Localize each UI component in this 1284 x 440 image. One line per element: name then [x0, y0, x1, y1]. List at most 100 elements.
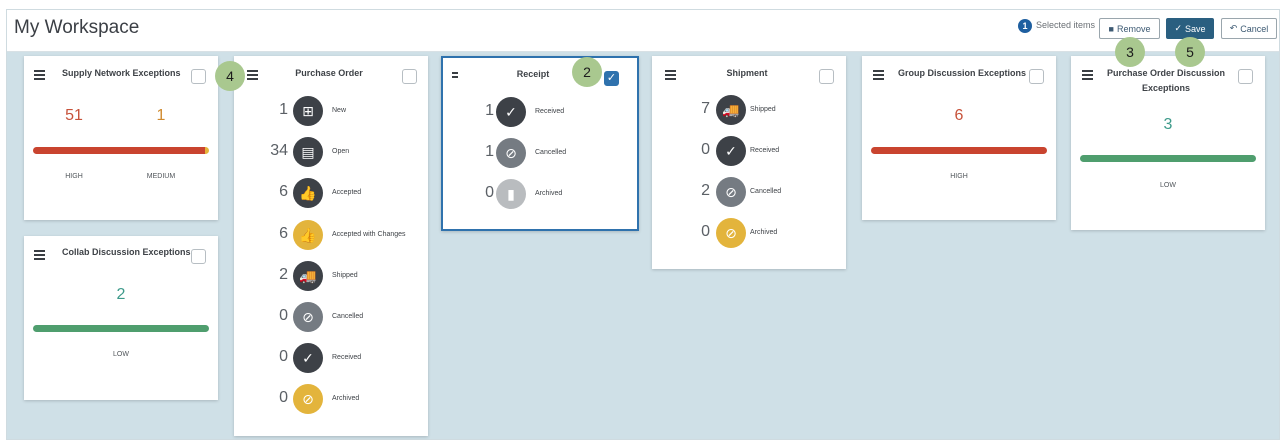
drag-handle-icon[interactable]	[34, 70, 45, 82]
exception-count: 3	[1163, 116, 1173, 133]
status-row[interactable]: 1 ✓ Received	[443, 97, 637, 127]
status-count: 1	[279, 101, 288, 118]
card-select-checkbox[interactable]	[191, 249, 206, 264]
checkmark-icon: ✓	[293, 343, 323, 374]
status-count: 34	[270, 142, 288, 160]
card-title: Supply Network Exceptions	[62, 68, 181, 78]
workspace-header: My Workspace 1 Selected items ■ Remove ✓…	[7, 10, 1279, 52]
card-title: Purchase Order Discussion Exceptions	[1106, 68, 1226, 93]
truck-icon: 🚚	[293, 260, 323, 291]
status-label: Received	[750, 147, 780, 154]
receipt-card[interactable]: Receipt ✓ 1 ✓ Received 1 ⊘ Cancelled 0 ▮ Archive…	[441, 56, 639, 231]
shipment-card[interactable]: Shipment 7 🚚 Shipped 0 ✓ Received 2 ⊘ Cancelled 0…	[652, 56, 846, 269]
high-count: 51	[65, 107, 83, 124]
open-document-icon: ▤	[293, 137, 323, 168]
group-discussion-exceptions-card[interactable]: Group Discussion Exceptions 6 HIGH	[862, 56, 1056, 220]
status-label: Received	[535, 108, 565, 115]
collab-discussion-exceptions-card[interactable]: Collab Discussion Exceptions 2 LOW	[24, 236, 218, 400]
new-document-icon: ⊞	[293, 96, 323, 126]
card-title: Group Discussion Exceptions	[898, 68, 1027, 78]
status-count: 0	[701, 223, 710, 240]
status-label: Archived	[332, 395, 360, 403]
page-title: My Workspace	[14, 17, 140, 38]
card-title: Purchase Order	[295, 68, 363, 78]
status-label: Archived	[535, 190, 563, 197]
drag-handle-icon[interactable]	[665, 70, 676, 82]
status-count: 6	[279, 224, 288, 242]
status-row[interactable]: 0 ▮ Archived	[443, 179, 637, 209]
status-count: 0	[279, 389, 288, 407]
severity-bar-high-segment	[33, 147, 206, 154]
checkmark-icon: ✓	[716, 136, 746, 166]
status-row[interactable]: 34 ▤ Open	[234, 137, 428, 168]
purchase-order-card[interactable]: Purchase Order 1 ⊞ New 34 ▤ Open 6 👍 Accepted 6 👍 A…	[234, 56, 428, 436]
save-button[interactable]: ✓ Save	[1166, 18, 1214, 39]
cancel-icon: ⊘	[293, 384, 323, 415]
status-label: Archived	[750, 229, 778, 236]
workspace-app: My Workspace 1 Selected items ■ Remove ✓…	[6, 9, 1280, 440]
high-label: HIGH	[65, 173, 83, 180]
level-bar	[33, 325, 209, 332]
status-row[interactable]: 6 👍 Accepted	[234, 178, 428, 209]
callout-marker: 5	[1175, 37, 1205, 67]
remove-button-label: Remove	[1116, 23, 1151, 34]
status-count: 6	[279, 183, 288, 201]
status-row[interactable]: 0 ⊘ Cancelled	[234, 302, 428, 332]
status-row[interactable]: 1 ⊘ Cancelled	[443, 138, 637, 168]
drag-handle-icon[interactable]	[1082, 70, 1093, 82]
truck-icon: 🚚	[716, 95, 746, 125]
status-row[interactable]: 2 ⊘ Cancelled	[652, 177, 846, 207]
status-count: 2	[701, 182, 710, 199]
card-title: Receipt	[516, 69, 550, 79]
drag-handle-icon[interactable]	[873, 70, 884, 82]
trash-icon: ■	[1108, 23, 1114, 34]
remove-button[interactable]: ■ Remove	[1099, 18, 1160, 39]
status-count: 2	[279, 265, 288, 283]
status-label: Received	[332, 354, 362, 362]
status-row[interactable]: 0 ✓ Received	[652, 136, 846, 166]
drag-handle-icon[interactable]	[247, 70, 258, 82]
cancel-icon: ⊘	[496, 138, 526, 168]
selected-count-badge: 1	[1018, 19, 1032, 33]
checkmark-icon: ✓	[496, 97, 526, 127]
status-label: Accepted	[332, 189, 362, 197]
status-label: New	[332, 107, 347, 114]
status-row[interactable]: 7 🚚 Shipped	[652, 95, 846, 125]
severity-bar-medium-segment	[205, 147, 209, 154]
cancel-button-label: Cancel	[1240, 23, 1269, 34]
card-select-checkbox[interactable]	[402, 69, 417, 84]
cancel-icon: ⊘	[716, 218, 746, 248]
status-row[interactable]: 0 ⊘ Archived	[652, 218, 846, 248]
status-row[interactable]: 0 ✓ Received	[234, 343, 428, 374]
level-bar	[1080, 155, 1256, 162]
card-select-checkbox[interactable]	[1238, 69, 1253, 84]
level-label: HIGH	[950, 173, 968, 180]
purchase-order-discussion-exceptions-card[interactable]: Purchase Order Discussion Exceptions 3 L…	[1071, 56, 1265, 230]
cancel-button[interactable]: ↶ Cancel	[1221, 18, 1277, 39]
status-row[interactable]: 1 ⊞ New	[234, 96, 428, 126]
status-count: 1	[485, 143, 494, 160]
level-label: LOW	[113, 351, 129, 358]
card-select-checkbox[interactable]	[191, 69, 206, 84]
exception-count: 2	[116, 286, 126, 303]
card-select-checkbox[interactable]: ✓	[604, 71, 619, 86]
status-label: Open	[332, 148, 350, 156]
card-select-checkbox[interactable]	[819, 69, 834, 84]
supply-network-exceptions-card[interactable]: Supply Network Exceptions 51 1 HIGH MEDI…	[24, 56, 218, 220]
thumbs-up-icon: 👍	[293, 219, 323, 250]
status-count: 0	[279, 348, 288, 366]
status-row[interactable]: 6 👍 Accepted with Changes	[234, 219, 428, 250]
status-row[interactable]: 0 ⊘ Archived	[234, 384, 428, 415]
cancel-icon: ⊘	[293, 302, 323, 332]
drag-handle-icon[interactable]	[452, 72, 458, 80]
archive-icon: ▮	[496, 179, 526, 209]
status-label: Cancelled	[332, 313, 364, 320]
card-select-checkbox[interactable]	[1029, 69, 1044, 84]
drag-handle-icon[interactable]	[34, 250, 45, 262]
selected-items-label: Selected items	[1036, 20, 1096, 30]
status-row[interactable]: 2 🚚 Shipped	[234, 260, 428, 291]
save-button-label: Save	[1185, 23, 1206, 34]
undo-icon: ↶	[1229, 23, 1238, 33]
status-count: 1	[485, 102, 494, 119]
status-label: Shipped	[750, 106, 776, 113]
